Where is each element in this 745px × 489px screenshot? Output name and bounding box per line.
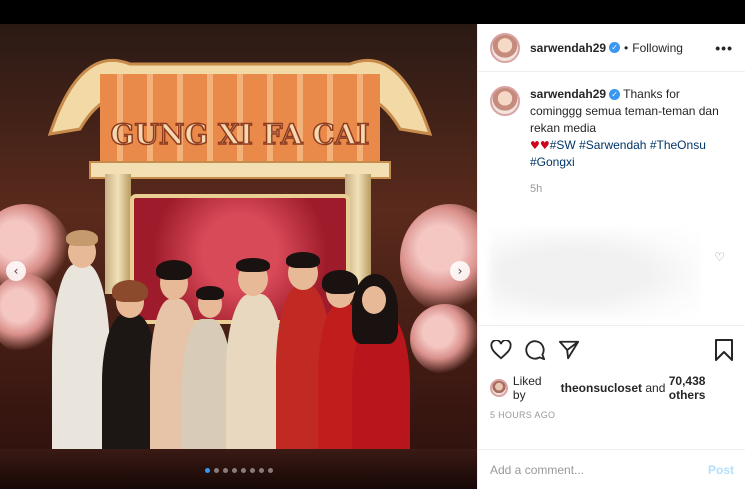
hashtag-gongxi[interactable]: #Gongxi: [530, 155, 575, 169]
person-5-hair: [236, 258, 270, 272]
carousel-dot: [249, 468, 255, 473]
header-username[interactable]: sarwendah29: [530, 41, 606, 55]
heart-outline-icon[interactable]: [490, 340, 512, 360]
following-button[interactable]: Following: [632, 41, 683, 55]
verified-badge-icon: ✓: [609, 42, 621, 53]
blurred-comments: [490, 229, 700, 319]
instagram-post: GUNG XI FA CAI ‹ › sarwendah29 ✓ • Follo…: [0, 24, 745, 489]
likes-and: and: [645, 381, 666, 395]
person-2-hair: [112, 280, 148, 302]
pagoda-roof: GUNG XI FA CAI: [47, 58, 433, 179]
post-side-panel: sarwendah29 ✓ • Following ••• sarwendah2…: [477, 24, 745, 489]
caption-text: sarwendah29 ✓ Thanks for cominggg semua t…: [530, 86, 733, 171]
caption-time: 5h: [530, 183, 543, 195]
carousel-dot: [267, 468, 273, 473]
carousel-dot: [204, 468, 210, 473]
comment-input[interactable]: [490, 462, 690, 477]
hashtag-theonsu[interactable]: #TheOnsu: [650, 138, 706, 152]
likes-count[interactable]: 70,438 others: [669, 374, 745, 402]
post-comment-button[interactable]: Post: [708, 463, 734, 477]
person-7-hair: [322, 270, 358, 294]
carousel-dot: [258, 468, 264, 473]
caption-username[interactable]: sarwendah29: [530, 87, 606, 101]
hashtag-sarwendah[interactable]: #Sarwendah: [579, 138, 646, 152]
carousel-dot: [213, 468, 219, 473]
banner-text: GUNG XI FA CAI: [111, 118, 370, 151]
likes-summary: Liked by theonsucloset and 70,438 others: [490, 374, 745, 402]
carousel-indicator: [204, 468, 273, 473]
heart-outline-icon[interactable]: ♡: [714, 250, 725, 264]
chevron-right-icon[interactable]: ›: [450, 261, 470, 281]
avatar[interactable]: [490, 32, 520, 63]
liker-avatar[interactable]: [490, 379, 508, 397]
person-4-hair: [196, 286, 224, 300]
more-options-icon[interactable]: •••: [715, 40, 733, 56]
carousel-dot: [240, 468, 246, 473]
person-3-hair: [156, 260, 192, 280]
paper-plane-icon[interactable]: [558, 339, 580, 361]
comment-icon[interactable]: [524, 339, 546, 361]
person-8-head: [362, 286, 386, 314]
add-comment-bar: Post: [478, 449, 745, 489]
person-6-hair: [286, 252, 320, 268]
pillar-left: [105, 174, 131, 294]
verified-badge-icon: ✓: [609, 89, 621, 100]
person-1-hair: [66, 230, 98, 246]
header-separator: •: [624, 40, 629, 55]
liker-username[interactable]: theonsucloset: [561, 381, 642, 395]
page-frame: GUNG XI FA CAI ‹ › sarwendah29 ✓ • Follo…: [0, 0, 745, 489]
chevron-left-icon[interactable]: ‹: [6, 261, 26, 281]
hearts-emoji: ♥♥: [530, 139, 550, 152]
blossom-right-2: [410, 304, 477, 374]
caption-avatar[interactable]: [490, 86, 520, 116]
action-bar: [478, 325, 745, 362]
bookmark-icon[interactable]: [714, 338, 734, 362]
hashtag-sw[interactable]: #SW: [550, 138, 576, 152]
likes-prefix: Liked by: [512, 374, 542, 402]
caption: sarwendah29 ✓ Thanks for cominggg semua t…: [478, 72, 745, 171]
post-timestamp[interactable]: 5 HOURS AGO: [490, 410, 555, 420]
post-photo[interactable]: GUNG XI FA CAI ‹ ›: [0, 24, 477, 489]
carousel-dot: [231, 468, 237, 473]
post-header: sarwendah29 ✓ • Following •••: [478, 24, 745, 72]
carousel-dot: [222, 468, 228, 473]
